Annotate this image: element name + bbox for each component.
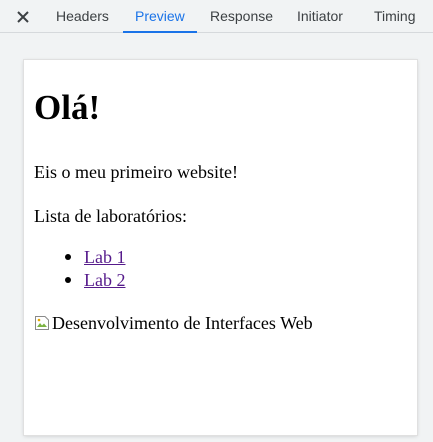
preview-panel: Olá! Eis o meu primeiro website! Lista d… <box>0 33 433 442</box>
bullet <box>65 277 71 283</box>
tab-headers[interactable]: Headers <box>56 0 109 33</box>
image-alt-text: Desenvolvimento de Interfaces Web <box>52 313 313 333</box>
bullet <box>65 254 71 260</box>
page-heading: Olá! <box>34 88 101 127</box>
list-title: Lista de laboratórios: <box>34 206 187 226</box>
tab-response[interactable]: Response <box>210 0 273 33</box>
close-icon[interactable] <box>13 7 33 27</box>
tab-timing[interactable]: Timing <box>374 0 416 33</box>
broken-image: Desenvolvimento de Interfaces Web <box>34 312 313 334</box>
devtools-tabbar: Headers Preview Response Initiator Timin… <box>0 0 433 33</box>
intro-text: Eis o meu primeiro website! <box>34 162 238 182</box>
list-item: Lab 1 <box>65 246 125 269</box>
lab-list: Lab 1 Lab 2 <box>65 246 125 292</box>
tab-preview[interactable]: Preview <box>123 0 197 33</box>
list-item: Lab 2 <box>65 269 125 292</box>
lab-1-link[interactable]: Lab 1 <box>84 247 125 267</box>
rendered-page: Olá! Eis o meu primeiro website! Lista d… <box>24 60 417 435</box>
tab-initiator[interactable]: Initiator <box>297 0 343 33</box>
lab-2-link[interactable]: Lab 2 <box>84 270 125 290</box>
broken-image-icon <box>35 316 49 330</box>
